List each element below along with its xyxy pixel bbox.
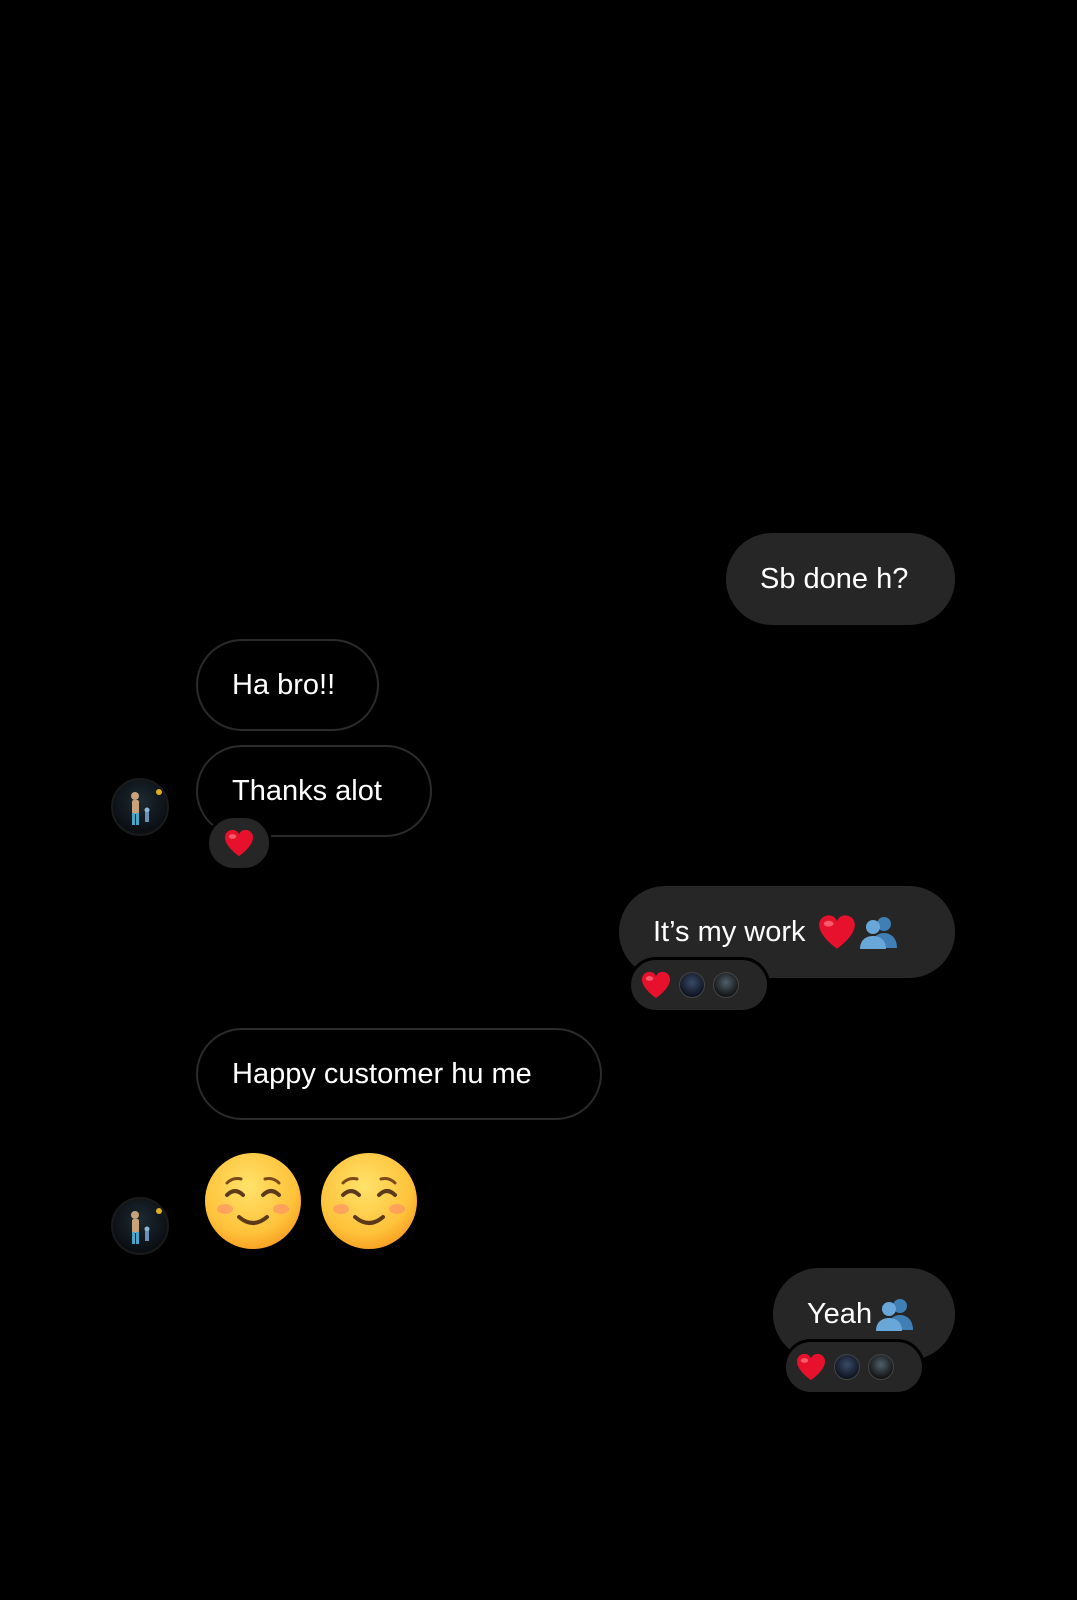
message-text: Sb done h? [760, 562, 909, 595]
busts-in-silhouette-icon [859, 917, 897, 949]
message-bubble-incoming[interactable]: Happy customer hu me [196, 1028, 602, 1120]
message-text: It’s my work [653, 915, 806, 948]
busts-in-silhouette-icon [876, 1299, 914, 1331]
message-bubble-outgoing[interactable]: Sb done h? [726, 533, 955, 625]
avatar-figure-icon [131, 789, 162, 825]
contact-avatar[interactable] [111, 778, 169, 836]
reactor-avatar [679, 972, 705, 998]
reactor-avatar [713, 972, 739, 998]
red-heart-icon [818, 915, 855, 949]
contact-avatar[interactable] [111, 1197, 169, 1255]
reaction-badge[interactable] [206, 815, 272, 871]
smiling-face-icon[interactable] [203, 1151, 303, 1251]
message-text: Ha bro!! [232, 668, 336, 701]
message-text: Yeah [807, 1297, 873, 1330]
smiling-face-icon[interactable] [319, 1151, 419, 1251]
message-text: Happy customer hu me [232, 1057, 532, 1090]
avatar-figure-icon [131, 1208, 162, 1244]
heart-icon [225, 829, 253, 857]
heart-icon [642, 971, 670, 999]
reactor-avatar [868, 1354, 894, 1380]
message-bubble-incoming[interactable]: Ha bro!! [196, 639, 379, 731]
reactor-avatar [834, 1354, 860, 1380]
reaction-badge[interactable] [783, 1339, 925, 1395]
message-text: Thanks alot [232, 774, 382, 807]
reaction-badge[interactable] [628, 957, 770, 1013]
heart-icon [797, 1353, 825, 1381]
